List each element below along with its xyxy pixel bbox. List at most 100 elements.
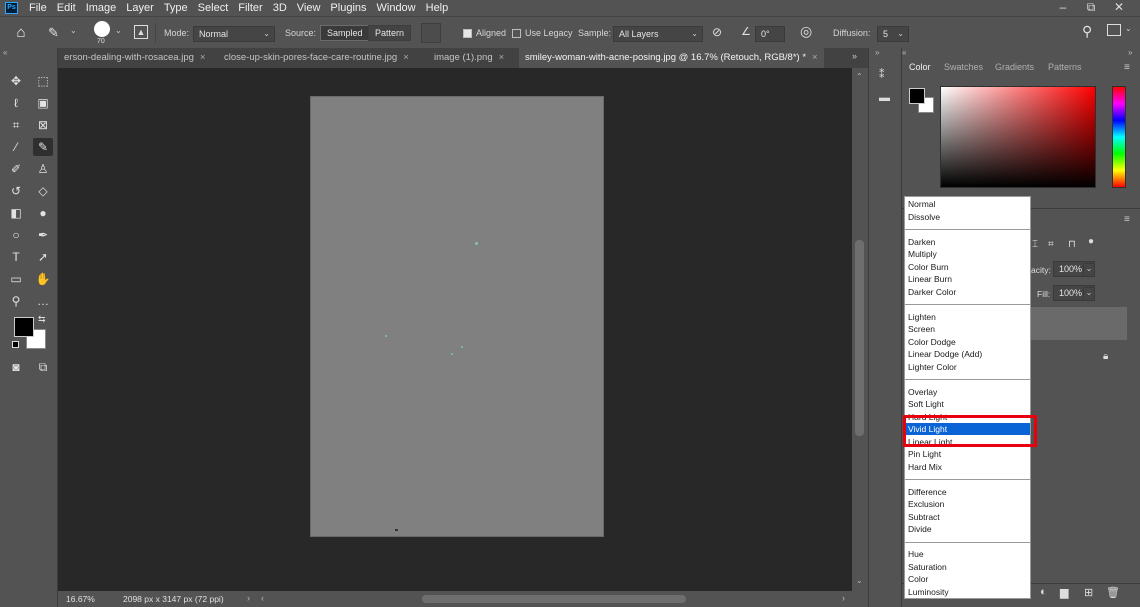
brush-tool-icon[interactable]: ✐ [6, 160, 26, 178]
blend-mode-divide[interactable]: Divide [905, 523, 1030, 535]
tab-rosacea[interactable]: erson-dealing-with-rosacea.jpg × [58, 48, 211, 68]
menu-layer[interactable]: Layer [121, 0, 159, 16]
menu-filter[interactable]: Filter [233, 0, 267, 16]
move-tool-icon[interactable]: ✥ [6, 72, 26, 90]
menu-type[interactable]: Type [159, 0, 193, 16]
close-tab-icon[interactable]: × [499, 52, 505, 63]
color-picker-field[interactable] [940, 86, 1096, 188]
type-tool-icon[interactable]: T [6, 248, 26, 266]
ignore-adjustment-layers-icon[interactable]: ⊘ [712, 25, 722, 39]
collapse-panel-icon[interactable]: « [902, 48, 906, 57]
crop-tool-icon[interactable]: ⌗ [6, 116, 26, 134]
blend-mode-darker-color[interactable]: Darker Color [905, 286, 1030, 298]
blend-mode-difference[interactable]: Difference [905, 486, 1030, 498]
layer-row[interactable] [1031, 342, 1127, 374]
lock-artboard-icon[interactable]: ⌗ [1048, 239, 1054, 250]
home-icon[interactable]: ⌂ [12, 24, 30, 42]
foreground-color-swatch[interactable] [14, 317, 34, 337]
vertical-scrollbar[interactable]: ⌃ ⌄ [852, 68, 868, 591]
menu-plugins[interactable]: Plugins [325, 0, 371, 16]
dodge-tool-icon[interactable]: ○ [6, 226, 26, 244]
aligned-checkbox[interactable] [463, 29, 472, 38]
group-folder-icon[interactable]: ▆ [1060, 586, 1068, 599]
blend-mode-exclusion[interactable]: Exclusion [905, 498, 1030, 510]
menu-file[interactable]: File [24, 0, 52, 16]
blend-mode-lighten[interactable]: Lighten [905, 311, 1030, 323]
scroll-up-icon[interactable]: ⌃ [856, 72, 863, 81]
expand-panel-icon[interactable]: » [1128, 48, 1132, 57]
adjustment-layer-icon[interactable]: ◐ [1040, 586, 1047, 598]
fill-chevron-icon[interactable]: ⌄ [1083, 287, 1095, 301]
panel-foreground-swatch[interactable] [909, 88, 925, 104]
menu-image[interactable]: Image [81, 0, 122, 16]
pen-tool-icon[interactable]: ✒ [33, 226, 53, 244]
canvas-area[interactable] [58, 68, 852, 591]
document-canvas[interactable] [311, 97, 603, 536]
collapse-panel-icon[interactable]: « [3, 48, 7, 57]
sample-dropdown[interactable]: All Layers ⌄ [613, 26, 703, 42]
menu-help[interactable]: Help [421, 0, 454, 16]
lock-all-icon[interactable]: ● [1088, 236, 1094, 247]
spot-healing-brush-icon[interactable]: ✎ [48, 25, 68, 41]
object-selection-tool-icon[interactable]: ▣ [33, 94, 53, 112]
restore-button[interactable]: ⧉ [1077, 0, 1105, 16]
frame-tool-icon[interactable]: ⊠ [33, 116, 53, 134]
lasso-tool-icon[interactable]: ℓ [6, 94, 26, 112]
blend-mode-saturation[interactable]: Saturation [905, 561, 1030, 573]
tab-patterns[interactable]: Patterns [1048, 62, 1082, 72]
mode-dropdown[interactable]: Normal ⌄ [193, 26, 275, 42]
blend-mode-list[interactable]: Normal Dissolve Darken Multiply Color Burn Li… [904, 196, 1031, 599]
scroll-down-icon[interactable]: ⌄ [856, 576, 863, 585]
tab-skin-pores[interactable]: close-up-skin-pores-face-care-routine.jp… [218, 48, 415, 68]
eraser-tool-icon[interactable]: ◇ [33, 182, 53, 200]
more-tools-icon[interactable]: … [33, 292, 53, 310]
tool-preset-chevron-icon[interactable]: ⌄ [70, 26, 77, 35]
more-tabs-icon[interactable]: » [852, 51, 857, 61]
blend-mode-linear-burn[interactable]: Linear Burn [905, 273, 1030, 285]
zoom-level[interactable]: 16.67% [66, 594, 95, 604]
tab-color[interactable]: Color [909, 62, 931, 72]
clone-stamp-tool-icon[interactable]: ♙ [33, 160, 53, 178]
scroll-left-icon[interactable]: ‹ [261, 593, 264, 603]
pattern-button[interactable]: Pattern [368, 25, 412, 41]
comments-panel-icon[interactable]: ▬ [879, 92, 890, 104]
use-legacy-checkbox[interactable] [512, 29, 521, 38]
blend-mode-multiply[interactable]: Multiply [905, 248, 1030, 260]
pressure-size-icon[interactable]: ◎ [800, 23, 812, 40]
brush-settings-icon[interactable]: ▲ [134, 25, 148, 39]
healing-brush-tool-icon[interactable]: ✎ [33, 138, 53, 156]
blend-mode-pin-light[interactable]: Pin Light [905, 448, 1030, 460]
blend-mode-color[interactable]: Color [905, 573, 1030, 585]
status-menu-arrow-icon[interactable]: › [247, 593, 250, 603]
pattern-swatch[interactable] [421, 23, 441, 43]
blend-mode-hard-mix[interactable]: Hard Mix [905, 461, 1030, 473]
blend-mode-luminosity[interactable]: Luminosity [905, 586, 1030, 598]
tab-swatches[interactable]: Swatches [944, 62, 983, 72]
gradient-tool-icon[interactable]: ◧ [6, 204, 26, 222]
collapse-panel-icon[interactable]: » [875, 48, 879, 57]
blend-mode-darken[interactable]: Darken [905, 236, 1030, 248]
layers-panel-menu-icon[interactable]: ≡ [1124, 214, 1130, 225]
brush-preview-icon[interactable] [94, 21, 110, 37]
close-tab-icon[interactable]: × [403, 52, 409, 63]
history-brush-tool-icon[interactable]: ↺ [6, 182, 26, 200]
delete-layer-icon[interactable]: 🗑︎ [1106, 586, 1120, 599]
blend-mode-color-dodge[interactable]: Color Dodge [905, 336, 1030, 348]
blend-mode-overlay[interactable]: Overlay [905, 386, 1030, 398]
close-tab-icon[interactable]: × [200, 52, 206, 63]
sampled-button[interactable]: Sampled [320, 25, 370, 41]
tab-image-1[interactable]: image (1).png × [428, 48, 510, 68]
blend-mode-normal[interactable]: Normal [905, 198, 1030, 210]
angle-input[interactable]: 0° [755, 26, 785, 42]
menu-3d[interactable]: 3D [268, 0, 292, 16]
eyedropper-tool-icon[interactable]: ⁄ [6, 138, 26, 156]
panel-menu-icon[interactable]: ≡ [1124, 62, 1130, 73]
blend-mode-color-burn[interactable]: Color Burn [905, 261, 1030, 273]
lock-icon[interactable]: ⊓ [1068, 239, 1076, 250]
zoom-tool-icon[interactable]: ⚲ [6, 292, 26, 310]
blend-mode-dissolve[interactable]: Dissolve [905, 211, 1030, 223]
close-window-button[interactable]: ✕ [1105, 0, 1133, 16]
blend-mode-subtract[interactable]: Subtract [905, 511, 1030, 523]
marquee-tool-icon[interactable]: ⬚ [33, 72, 53, 90]
blend-mode-screen[interactable]: Screen [905, 323, 1030, 335]
